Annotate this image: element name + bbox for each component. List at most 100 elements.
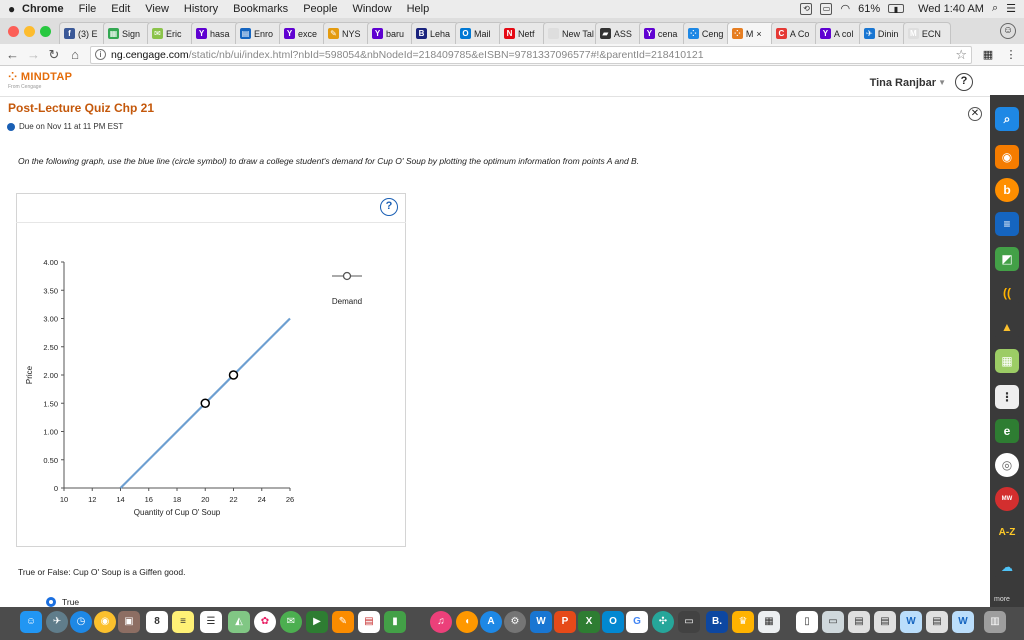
chrome-icon[interactable]: ◉ <box>94 611 116 633</box>
graph-help-button[interactable]: ? <box>380 198 398 216</box>
merriam-webster-icon[interactable]: MW <box>995 487 1019 511</box>
reload-icon[interactable]: ↻ <box>48 47 60 63</box>
chrome-menu-icon[interactable]: ⋮ <box>1004 48 1018 62</box>
browser-tab[interactable]: ✈ Dinin <box>858 22 907 44</box>
dictionary-az-icon[interactable]: A-Z <box>995 521 1019 545</box>
forward-icon[interactable]: → <box>27 47 40 62</box>
maps-icon[interactable]: ◭ <box>228 611 250 633</box>
user-menu[interactable]: Tina Ranjbar <box>870 77 936 89</box>
browser-tab[interactable]: New Tal <box>543 22 599 44</box>
apple-icon[interactable]: ● <box>8 2 22 16</box>
document-thumbnail-icon[interactable]: ▤ <box>874 611 896 633</box>
home-icon[interactable]: ⌂ <box>69 47 81 62</box>
excel-icon[interactable]: X <box>578 611 600 633</box>
keynote-icon[interactable]: ▮ <box>384 611 406 633</box>
word-icon[interactable]: W <box>530 611 552 633</box>
notification-center-icon[interactable]: ☰ <box>1006 2 1016 15</box>
extension-icon[interactable]: ▦ <box>981 48 995 62</box>
clock[interactable]: Wed 1:40 AM <box>918 3 984 15</box>
safari-icon[interactable]: ◷ <box>70 611 92 633</box>
browser-tab[interactable]: CA Co <box>770 22 819 44</box>
demand-graph[interactable]: 0 0.50 1.00 1.50 2.00 2.50 3.00 3.50 4.00 10 12 14 1… <box>16 222 406 522</box>
close-window-button[interactable] <box>8 25 19 37</box>
menu-bookmarks[interactable]: Bookmarks <box>233 3 288 15</box>
document-icon[interactable]: ▯ <box>796 611 818 633</box>
dock-more-button[interactable]: more <box>994 596 1010 603</box>
ibooks-icon[interactable]: ◖ <box>456 611 478 633</box>
menu-help[interactable]: Help <box>407 3 430 15</box>
browser-tab[interactable]: ✎ NYS <box>323 22 371 44</box>
chevron-down-icon[interactable]: ▼ <box>938 78 946 87</box>
browser-tab[interactable]: ▦ Sign <box>103 22 151 44</box>
window-thumbnail-icon[interactable]: ▤ <box>848 611 870 633</box>
pinwheel-app-icon[interactable]: ◎ <box>995 453 1019 477</box>
answer-option-true[interactable]: True <box>46 597 79 607</box>
profile-icon[interactable]: ☺ <box>1000 23 1016 39</box>
photos-app-icon[interactable]: ✿ <box>254 611 276 633</box>
close-icon[interactable]: ✕ <box>968 107 982 121</box>
itunes-icon[interactable]: ♫ <box>430 611 452 633</box>
radio-true[interactable] <box>46 597 56 607</box>
system-preferences-icon[interactable]: ⚙ <box>504 611 526 633</box>
browser-tab[interactable]: Yexce <box>279 22 327 44</box>
word-document-icon-2[interactable]: W <box>952 611 974 633</box>
terminal-icon[interactable]: ▭ <box>678 611 700 633</box>
menu-file[interactable]: File <box>79 3 97 15</box>
reminders-icon[interactable]: ☰ <box>200 611 222 633</box>
browser-tab[interactable]: ▤ Enro <box>235 22 283 44</box>
evernote-icon[interactable]: e <box>995 419 1019 443</box>
grid-app-icon[interactable]: ⋮ <box>995 385 1019 409</box>
launchpad-icon[interactable]: ✈ <box>46 611 68 633</box>
browser-tab[interactable]: O Mail <box>455 22 503 44</box>
page-thumbnail-icon[interactable]: ▤ <box>926 611 948 633</box>
demand-point[interactable] <box>228 370 239 380</box>
legend-circle-tool[interactable] <box>342 271 352 281</box>
facetime-icon[interactable]: ▶ <box>306 611 328 633</box>
pages-icon[interactable]: ✎ <box>332 611 354 633</box>
menu-view[interactable]: View <box>145 3 169 15</box>
demand-point[interactable] <box>200 398 210 408</box>
notes-app-icon[interactable]: ≡ <box>995 212 1019 236</box>
browser-tab[interactable]: Ycena <box>638 22 687 44</box>
browser-tab[interactable]: ⁘ Ceng <box>682 22 731 44</box>
screenshot-icon[interactable]: ▭ <box>822 611 844 633</box>
photos-icon[interactable]: ▣ <box>118 611 140 633</box>
rss-feed-icon[interactable]: ◉ <box>995 145 1019 169</box>
browser-tab[interactable]: N Netf <box>499 22 547 44</box>
beats-app-icon[interactable]: b <box>995 178 1019 202</box>
browser-tab[interactable]: ⁘ M × <box>726 22 775 44</box>
spotlight-icon[interactable]: ⌕ <box>992 2 998 15</box>
airplay-icon[interactable]: ▭ <box>820 2 833 15</box>
minimize-window-button[interactable] <box>24 25 35 37</box>
url-bar[interactable]: i ng.cengage.com/static/nb/ui/index.html… <box>90 45 972 64</box>
browser-tab[interactable]: B Leha <box>411 22 459 44</box>
google-app-icon[interactable]: G <box>626 611 648 633</box>
zoom-window-button[interactable] <box>40 25 51 37</box>
battery-icon[interactable]: ▮ <box>888 4 905 14</box>
browser-tab[interactable]: f (3) E <box>59 22 107 44</box>
messages-icon[interactable]: ✉ <box>280 611 302 633</box>
browser-tab[interactable]: Ybaru <box>367 22 415 44</box>
appstore-icon[interactable]: A <box>480 611 502 633</box>
menu-window[interactable]: Window <box>352 3 391 15</box>
bookmark-star-icon[interactable]: ☆ <box>955 47 967 63</box>
weather-app-icon[interactable]: ☁ <box>995 555 1019 579</box>
browser-tab[interactable]: ✉ Eric <box>147 22 195 44</box>
browser-tab[interactable]: M ECN <box>902 22 951 44</box>
help-button[interactable]: ? <box>955 73 973 91</box>
trash-icon[interactable]: ▥ <box>984 611 1006 633</box>
browser-tab[interactable]: YA col <box>814 22 863 44</box>
powerpoint-icon[interactable]: P <box>554 611 576 633</box>
word-document-icon[interactable]: W <box>900 611 922 633</box>
calendar-icon[interactable]: 8 <box>146 611 168 633</box>
booking-icon[interactable]: B. <box>706 611 728 633</box>
back-icon[interactable]: ← <box>6 47 19 62</box>
wheel-app-icon[interactable]: ✣ <box>652 611 674 633</box>
podcast-app-icon[interactable]: (( <box>995 281 1019 305</box>
menu-edit[interactable]: Edit <box>111 3 130 15</box>
wifi-icon[interactable]: ◠ <box>840 2 850 15</box>
browser-tab[interactable]: ▰ ASS <box>594 22 643 44</box>
calculator-app-icon[interactable]: ▦ <box>995 349 1019 373</box>
tab-close-icon[interactable]: × <box>756 29 761 39</box>
browser-tab[interactable]: Yhasa <box>191 22 239 44</box>
